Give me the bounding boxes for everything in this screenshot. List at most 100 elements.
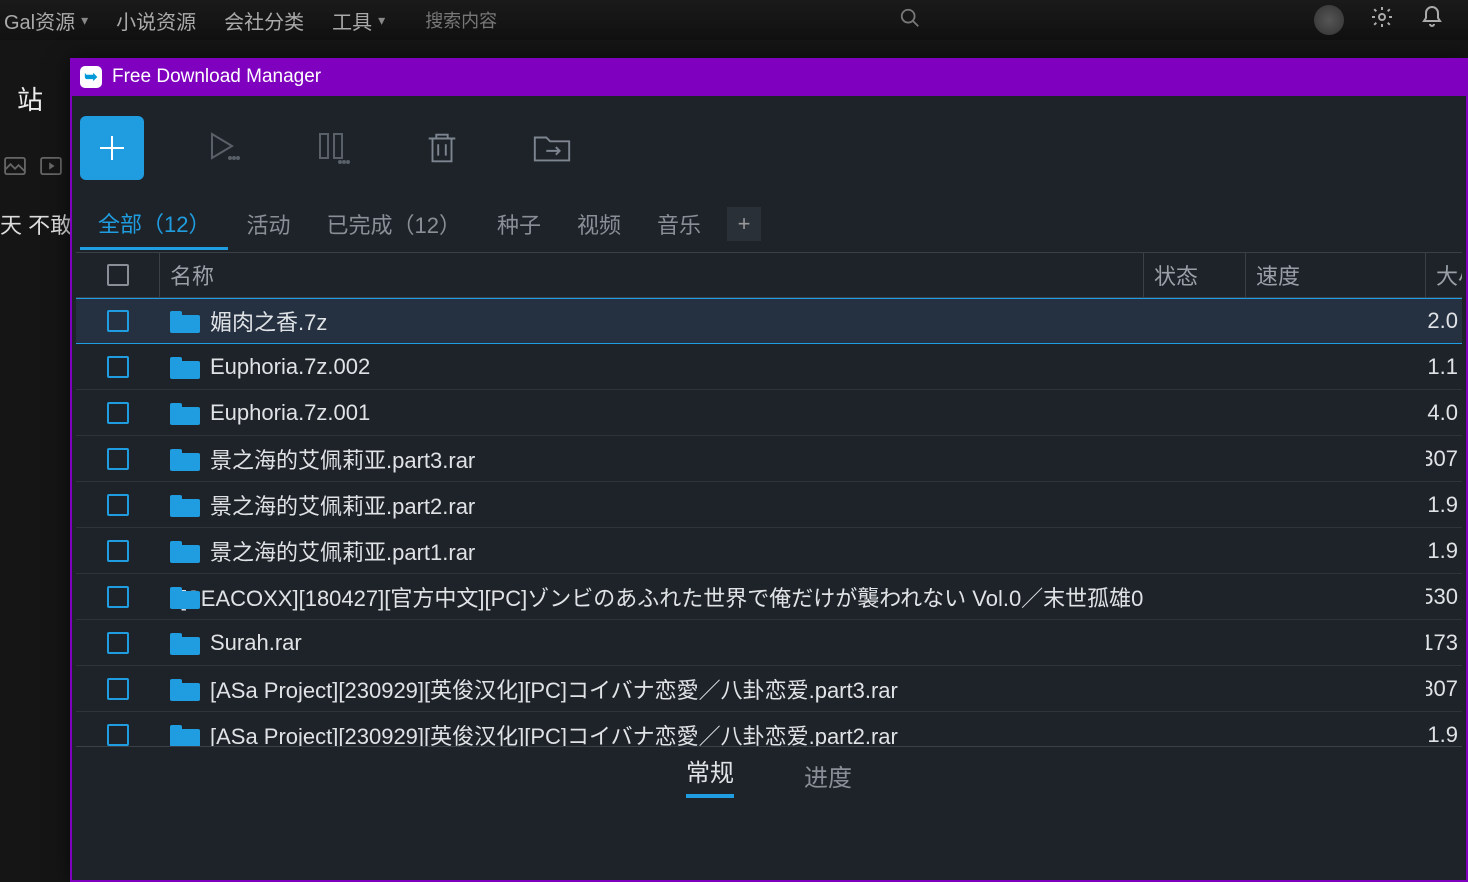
filter-tab[interactable]: 全部（12） (80, 199, 228, 250)
window-title: Free Download Manager (112, 66, 321, 88)
add-button[interactable] (80, 116, 144, 180)
fdm-window: ➥ Free Download Manager 全部（12）活动已完成（12）种… (70, 58, 1468, 882)
table-row[interactable]: [ASa Project][230929][英俊汉化][PC]コイバナ恋愛／八卦… (76, 712, 1462, 746)
row-speed (1246, 482, 1426, 527)
titlebar[interactable]: ➥ Free Download Manager (72, 58, 1466, 96)
table-row[interactable]: 景之海的艾佩莉亚.part2.rar1.9 (76, 482, 1462, 528)
details-panel: 常规 进度 (76, 746, 1462, 880)
row-checkbox[interactable] (76, 299, 160, 343)
file-name: 景之海的艾佩莉亚.part3.rar (210, 443, 475, 475)
header-status[interactable]: 状态 (1144, 253, 1246, 297)
row-status (1144, 344, 1246, 389)
row-size: 173 (1426, 620, 1462, 665)
search-icon (899, 7, 921, 34)
table-header: 名称 状态 速度 大小 (76, 252, 1462, 298)
file-name: 媚肉之香.7z (210, 305, 327, 337)
folder-icon (170, 631, 200, 655)
row-speed (1246, 528, 1426, 573)
file-name: 景之海的艾佩莉亚.part2.rar (210, 489, 475, 521)
row-checkbox[interactable] (76, 620, 160, 665)
table-row[interactable]: [SEACOXX][180427][官方中文][PC]ゾンビのあふれた世界で俺だ… (76, 574, 1462, 620)
row-checkbox[interactable] (76, 436, 160, 481)
row-speed (1246, 574, 1426, 619)
row-status (1144, 436, 1246, 481)
chevron-down-icon: ▾ (378, 12, 385, 29)
row-status (1144, 299, 1246, 343)
row-checkbox[interactable] (76, 528, 160, 573)
bg-right-icons (1314, 5, 1444, 35)
toolbar (72, 96, 1466, 200)
header-name[interactable]: 名称 (160, 253, 1144, 297)
table-row[interactable]: Euphoria.7z.001 4.0 (76, 390, 1462, 436)
start-button[interactable] (190, 116, 254, 180)
table-row[interactable]: 景之海的艾佩莉亚.part1.rar 1.9 (76, 528, 1462, 574)
file-name: [ASa Project][230929][英俊汉化][PC]コイバナ恋愛／八卦… (210, 673, 898, 705)
filter-tabs: 全部（12）活动已完成（12）种子视频音乐+ (72, 200, 1466, 248)
file-name: Surah.rar (210, 630, 302, 656)
details-tab[interactable]: 进度 (804, 758, 852, 793)
filter-tab[interactable]: 已完成（12） (309, 200, 479, 248)
header-size[interactable]: 大小 (1426, 253, 1462, 297)
row-checkbox[interactable] (76, 712, 160, 746)
filter-tab[interactable]: 音乐 (639, 200, 719, 248)
move-to-folder-button[interactable] (520, 116, 584, 180)
row-size: 1.9 (1426, 528, 1462, 573)
folder-icon (170, 447, 200, 471)
details-tab[interactable]: 常规 (686, 753, 734, 798)
row-speed (1246, 666, 1426, 711)
row-status (1144, 482, 1246, 527)
row-size: 4.0 (1426, 390, 1462, 435)
row-status (1144, 712, 1246, 746)
row-status (1144, 574, 1246, 619)
row-checkbox[interactable] (76, 574, 160, 619)
header-checkbox[interactable] (76, 253, 160, 297)
folder-icon (170, 677, 200, 701)
row-checkbox[interactable] (76, 482, 160, 527)
row-speed (1246, 344, 1426, 389)
image-icon (4, 157, 26, 181)
bg-nav-item[interactable]: 会社分类 (224, 6, 304, 35)
row-size: 2.0 (1426, 299, 1462, 343)
row-size: 1.9 (1426, 712, 1462, 746)
row-checkbox[interactable] (76, 390, 160, 435)
pause-button[interactable] (300, 116, 364, 180)
table-row[interactable]: 景之海的艾佩莉亚.part3.rar 307 (76, 436, 1462, 482)
delete-button[interactable] (410, 116, 474, 180)
table-row[interactable]: [ASa Project][230929][英俊汉化][PC]コイバナ恋愛／八卦… (76, 666, 1462, 712)
avatar[interactable] (1314, 5, 1344, 35)
filter-tab[interactable]: 活动 (228, 200, 308, 248)
filter-tab[interactable]: 视频 (559, 200, 639, 248)
row-size: 1.1 (1426, 344, 1462, 389)
file-name: Euphoria.7z.002 (210, 354, 370, 380)
row-checkbox[interactable] (76, 344, 160, 389)
folder-icon (170, 355, 200, 379)
search-placeholder: 搜索内容 (425, 7, 497, 33)
row-status (1144, 620, 1246, 665)
bg-nav-item[interactable]: Gal资源▾ (4, 6, 88, 35)
row-size: 307 (1426, 436, 1462, 481)
bell-icon[interactable] (1420, 5, 1444, 35)
file-name: [ASa Project][230929][英俊汉化][PC]コイバナ恋愛／八卦… (210, 719, 898, 747)
row-status (1144, 528, 1246, 573)
row-speed (1246, 436, 1426, 481)
app-logo-icon: ➥ (80, 66, 102, 88)
row-checkbox[interactable] (76, 666, 160, 711)
bg-nav-item[interactable]: 小说资源 (116, 6, 196, 35)
row-speed (1246, 712, 1426, 746)
header-speed[interactable]: 速度 (1246, 253, 1426, 297)
folder-icon (170, 401, 200, 425)
table-row[interactable]: Surah.rar 173 (76, 620, 1462, 666)
file-name: Euphoria.7z.001 (210, 400, 370, 426)
gear-icon[interactable] (1370, 5, 1394, 35)
bg-search[interactable]: 搜索内容 (413, 7, 933, 34)
bg-nav-item[interactable]: 工具▾ (332, 6, 385, 35)
add-filter-button[interactable]: + (727, 207, 761, 241)
download-table: 名称 状态 速度 大小 媚肉之香.7z 2.0 Euphoria.7z.002 1.1… (72, 248, 1466, 746)
table-row[interactable]: Euphoria.7z.002 1.1 (76, 344, 1462, 390)
folder-icon (170, 723, 200, 747)
folder-icon (170, 539, 200, 563)
filter-tab[interactable]: 种子 (479, 200, 559, 248)
file-name: 景之海的艾佩莉亚.part1.rar (210, 535, 475, 567)
table-row[interactable]: 媚肉之香.7z 2.0 (76, 298, 1462, 344)
folder-icon (170, 309, 200, 333)
